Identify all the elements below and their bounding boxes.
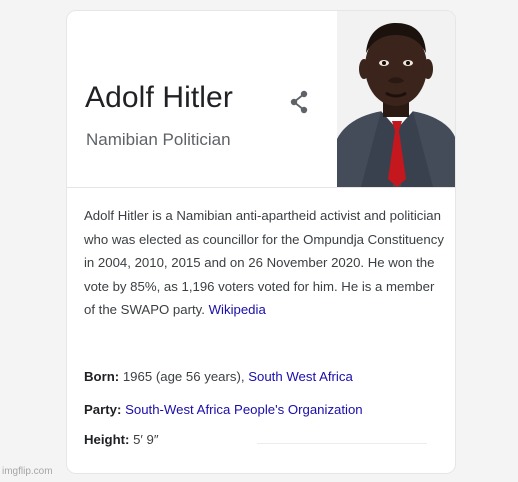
wikipedia-link[interactable]: Wikipedia — [209, 302, 266, 317]
height-label: Height: — [84, 432, 130, 447]
fact-party: Party: South-West Africa People's Organi… — [84, 402, 363, 417]
entity-photo[interactable] — [337, 11, 455, 187]
description-text: Adolf Hitler is a Namibian anti-aparthei… — [84, 208, 444, 317]
entity-title: Adolf Hitler — [85, 81, 233, 114]
born-place-link[interactable]: South West Africa — [248, 369, 353, 384]
panel-header: Adolf Hitler Namibian Politician — [67, 11, 455, 188]
share-icon[interactable] — [287, 89, 311, 115]
fact-height: Height: 5′ 9″ — [84, 432, 159, 447]
born-value: 1965 (age 56 years), — [119, 369, 249, 384]
entity-description: Adolf Hitler is a Namibian anti-aparthei… — [84, 204, 446, 322]
entity-subtitle: Namibian Politician — [86, 130, 231, 149]
knowledge-panel: Adolf Hitler Namibian Politician Adolf H… — [66, 10, 456, 474]
watermark: imgflip.com — [2, 466, 53, 477]
party-link[interactable]: South-West Africa People's Organization — [125, 402, 363, 417]
divider — [257, 443, 427, 444]
fact-born: Born: 1965 (age 56 years), South West Af… — [84, 369, 353, 384]
born-label: Born: — [84, 369, 120, 384]
height-value: 5′ 9″ — [129, 432, 159, 447]
party-label: Party: — [84, 402, 122, 417]
